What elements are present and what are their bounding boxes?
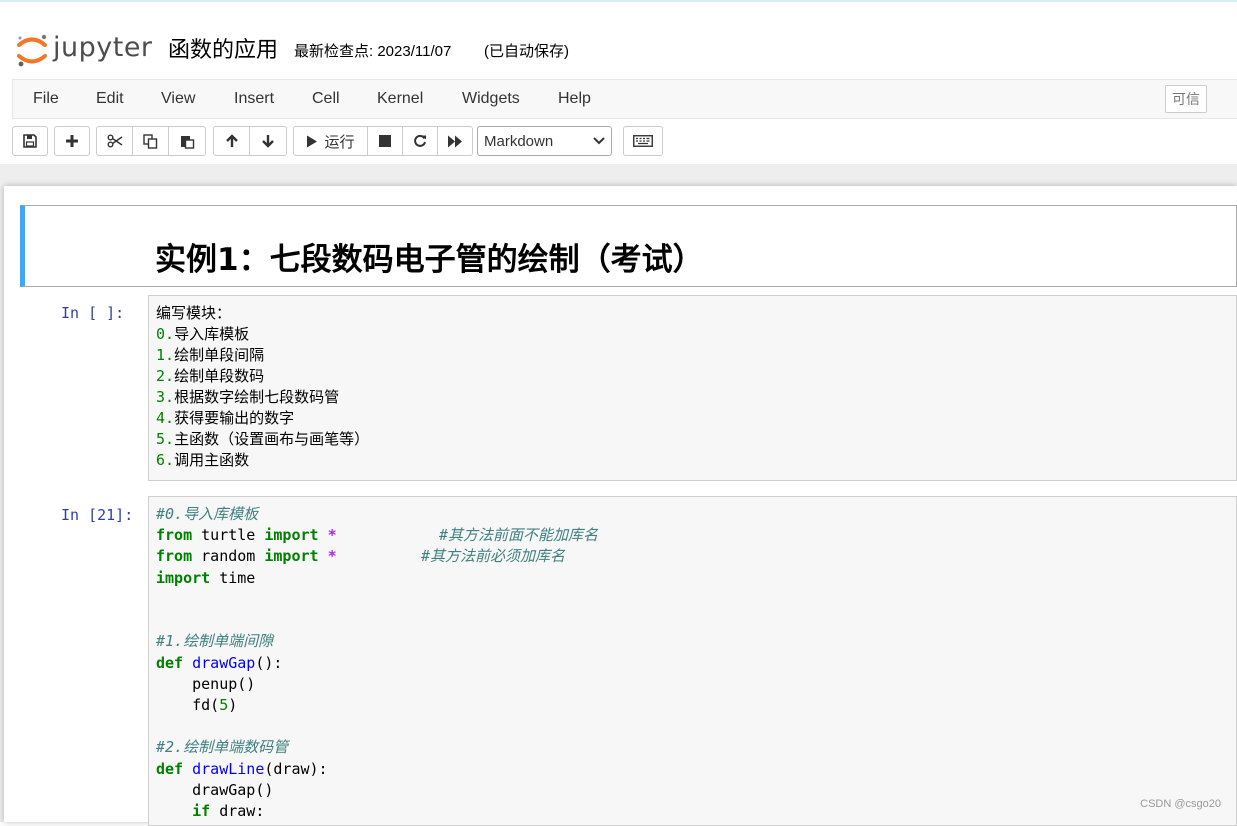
menu-edit[interactable]: Edit — [96, 90, 124, 108]
code-line: 6.调用主函数 — [156, 451, 250, 469]
menu-view[interactable]: View — [161, 90, 195, 108]
code-comment: #其方法前必须加库名 — [421, 547, 566, 565]
code-cell[interactable]: 编写模块： 0.导入库模板 1.绘制单段间隔 2.绘制单段数码 3.根据数字绘制… — [148, 295, 1237, 481]
menubar: File Edit View Insert Cell Kernel Widget… — [12, 79, 1237, 119]
run-button[interactable]: 运行 — [293, 126, 368, 156]
keyboard-icon — [633, 135, 653, 147]
code-line: import time — [156, 569, 256, 587]
menu-widgets[interactable]: Widgets — [462, 90, 520, 108]
menu-file[interactable]: File — [33, 90, 59, 108]
code-line: #2.绘制单端数码管 — [156, 738, 289, 756]
menu-kernel[interactable]: Kernel — [377, 90, 423, 108]
input-prompt: In [21]: — [61, 506, 134, 524]
run-button-label: 运行 — [324, 133, 355, 151]
code-line: def drawGap(): — [156, 654, 283, 672]
floppy-disk-icon — [23, 134, 37, 148]
jupyter-logo[interactable]: jupyter — [15, 32, 155, 72]
copy-icon — [143, 133, 158, 149]
save-button[interactable] — [12, 126, 48, 156]
restart-run-all-button[interactable] — [437, 126, 473, 156]
restart-kernel-button[interactable] — [402, 126, 438, 156]
cut-button[interactable] — [96, 126, 133, 156]
menu-insert[interactable]: Insert — [234, 90, 274, 108]
code-line: drawGap() — [156, 781, 274, 799]
watermark: CSDN @csgo20 — [1140, 798, 1221, 810]
menu-cell[interactable]: Cell — [312, 90, 340, 108]
cell-type-value: Markdown — [484, 132, 554, 150]
heading-text: 实例1：七段数码电子管的绘制（考试） — [155, 242, 704, 278]
checkpoint-status: 最新检查点: 2023/11/07 — [294, 43, 452, 60]
plus-icon — [66, 135, 78, 147]
header: jupyter 函数的应用 最新检查点: 2023/11/07 (已自动保存) — [0, 2, 1237, 78]
code-line: 2.绘制单段数码 — [156, 367, 265, 385]
trusted-indicator[interactable]: 可信 — [1165, 85, 1207, 113]
insert-cell-button[interactable] — [54, 126, 90, 156]
input-prompt: In [ ]: — [61, 304, 125, 322]
restart-icon — [414, 134, 426, 147]
jupyter-logo-icon — [17, 34, 47, 67]
move-up-button[interactable] — [213, 126, 250, 156]
cell-type-select[interactable]: Markdown — [477, 126, 612, 156]
command-palette-button[interactable] — [623, 126, 663, 156]
copy-button[interactable] — [132, 126, 169, 156]
menu-help[interactable]: Help — [558, 90, 591, 108]
notebook-area: 实例1：七段数码电子管的绘制（考试） In [ ]: 编写模块： 0.导入库模板… — [0, 164, 1237, 826]
play-icon — [307, 135, 318, 147]
code-line: def drawLine(draw): — [156, 760, 328, 778]
code-comment: #其方法前面不能加库名 — [439, 526, 599, 544]
code-cell[interactable]: #0.导入库模板 from turtle import * #其方法前面不能加库… — [148, 496, 1237, 826]
paste-button[interactable] — [168, 126, 206, 156]
code-line: #0.导入库模板 — [156, 505, 259, 523]
arrow-up-icon — [225, 134, 238, 147]
code-line: 5.主函数（设置画布与画笔等） — [156, 430, 370, 448]
code-line: penup() — [156, 675, 256, 693]
code-line: if draw: — [192, 802, 265, 820]
notebook-container: 实例1：七段数码电子管的绘制（考试） In [ ]: 编写模块： 0.导入库模板… — [4, 186, 1237, 826]
move-down-button[interactable] — [249, 126, 287, 156]
code-line: 1.绘制单段间隔 — [156, 346, 265, 364]
chevron-down-icon — [593, 137, 605, 145]
autosave-status: (已自动保存) — [484, 43, 569, 60]
interrupt-kernel-button[interactable] — [367, 126, 403, 156]
code-line: 3.根据数字绘制七段数码管 — [156, 388, 340, 406]
code-line: 编写模块： — [156, 304, 232, 322]
paste-icon — [180, 135, 194, 149]
arrow-down-icon — [262, 135, 274, 148]
notebook-title[interactable]: 函数的应用 — [168, 32, 278, 64]
toolbar: 运行 Markdown — [0, 120, 1237, 164]
code-line: from turtle import * — [156, 526, 337, 544]
stop-icon — [379, 135, 391, 147]
code-line: fd(5) — [156, 696, 238, 714]
fast-forward-icon — [448, 135, 462, 147]
jupyter-logo-text: jupyter — [53, 32, 153, 63]
scissors-icon — [107, 134, 122, 148]
markdown-cell-selected[interactable]: 实例1：七段数码电子管的绘制（考试） — [20, 205, 1237, 287]
code-line: 4.获得要输出的数字 — [156, 409, 295, 427]
code-line: 0.导入库模板 — [156, 325, 250, 343]
code-line: from random import * — [156, 547, 337, 565]
code-line: #1.绘制单端间隙 — [156, 632, 274, 650]
